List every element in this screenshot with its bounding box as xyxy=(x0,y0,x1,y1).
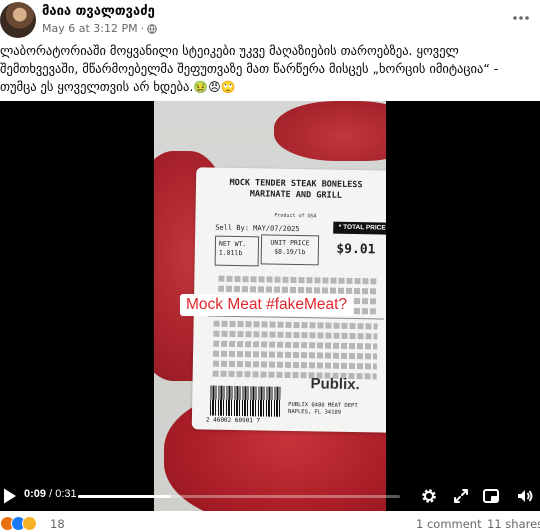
post-header: მაია თვალთვაძე May 6 at 3:12 PM · xyxy=(0,0,540,40)
comments-count[interactable]: 1 comment xyxy=(416,517,482,531)
label-net-weight: NET WT. 1.01lb xyxy=(214,235,260,267)
video-player[interactable]: MOCK TENDER STEAK BONELESS MARINATE AND … xyxy=(0,101,540,511)
label-net-weight-value: 1.01lb xyxy=(218,248,243,258)
caption-line: ლაბორატორიაში მოყვანილი სტეიკები უკვე მა… xyxy=(0,43,459,58)
caption-line: თუმცა ეს ყოველთვის არ ხდება.🤢😠🙄 xyxy=(0,78,536,96)
caption-line-text: თუმცა ეს ყოველთვის არ ხდება. xyxy=(0,79,194,94)
post-meta: May 6 at 3:12 PM · xyxy=(42,22,157,35)
play-icon[interactable] xyxy=(2,487,18,505)
current-time: 0:09 xyxy=(24,488,47,500)
caption-line: შემთხვევაში, მწარმოებელმა შეფუთვაზე მათ … xyxy=(0,61,499,76)
video-progress-fill xyxy=(78,495,172,498)
label-barcode-number: 2 46002 60901 7 xyxy=(205,416,261,425)
fullscreen-icon[interactable] xyxy=(452,487,470,505)
label-barcode xyxy=(209,385,281,417)
label-total-price: $9.01 xyxy=(336,241,376,258)
time-separator: / xyxy=(46,488,56,500)
caption-emojis: 🤢😠🙄 xyxy=(193,80,236,94)
volume-icon[interactable] xyxy=(516,487,534,505)
shares-count[interactable]: 11 shares xyxy=(487,517,540,531)
label-sell-by: Sell By: MAY/07/2025 xyxy=(215,223,300,234)
more-options-icon[interactable] xyxy=(510,10,532,26)
reaction-icons[interactable] xyxy=(0,516,37,531)
label-unit-price: UNIT PRICE $8.19/lb xyxy=(260,234,320,266)
sad-reaction-icon xyxy=(22,516,37,531)
video-time: 0:09 / 0:31 xyxy=(24,488,77,500)
post-footer: 18 1 comment 11 shares xyxy=(0,514,540,532)
label-unit-price-label: UNIT PRICE xyxy=(270,238,310,248)
settings-icon[interactable] xyxy=(420,487,438,505)
label-brand: Publix. xyxy=(310,375,360,394)
meta-separator: · xyxy=(140,22,145,35)
video-overlay-text: Mock Meat #fakeMeat? xyxy=(180,294,354,316)
globe-icon xyxy=(147,23,157,34)
author-name[interactable]: მაია თვალთვაძე xyxy=(42,4,155,19)
label-total-price-heading: * TOTAL PRICE xyxy=(333,221,386,235)
author-avatar[interactable] xyxy=(0,2,36,38)
label-origin: Product of USA xyxy=(274,212,317,220)
reaction-count[interactable]: 18 xyxy=(50,517,65,531)
label-unit-price-value: $8.19/lb xyxy=(274,247,306,257)
label-title: MOCK TENDER STEAK BONELESS MARINATE AND … xyxy=(229,177,363,201)
steak-image xyxy=(274,101,386,161)
post-caption: ლაბორატორიაში მოყვანილი სტეიკები უკვე მა… xyxy=(0,42,536,96)
label-dept: PUBLIX 0480 MEAT DEPT NAPLES, FL 34109 xyxy=(287,401,358,416)
video-controls: 0:09 / 0:31 xyxy=(0,481,540,511)
post-timestamp[interactable]: May 6 at 3:12 PM xyxy=(42,22,138,35)
miniplayer-icon[interactable] xyxy=(482,487,500,505)
duration: 0:31 xyxy=(55,488,77,500)
video-progress-bar[interactable] xyxy=(78,495,400,498)
